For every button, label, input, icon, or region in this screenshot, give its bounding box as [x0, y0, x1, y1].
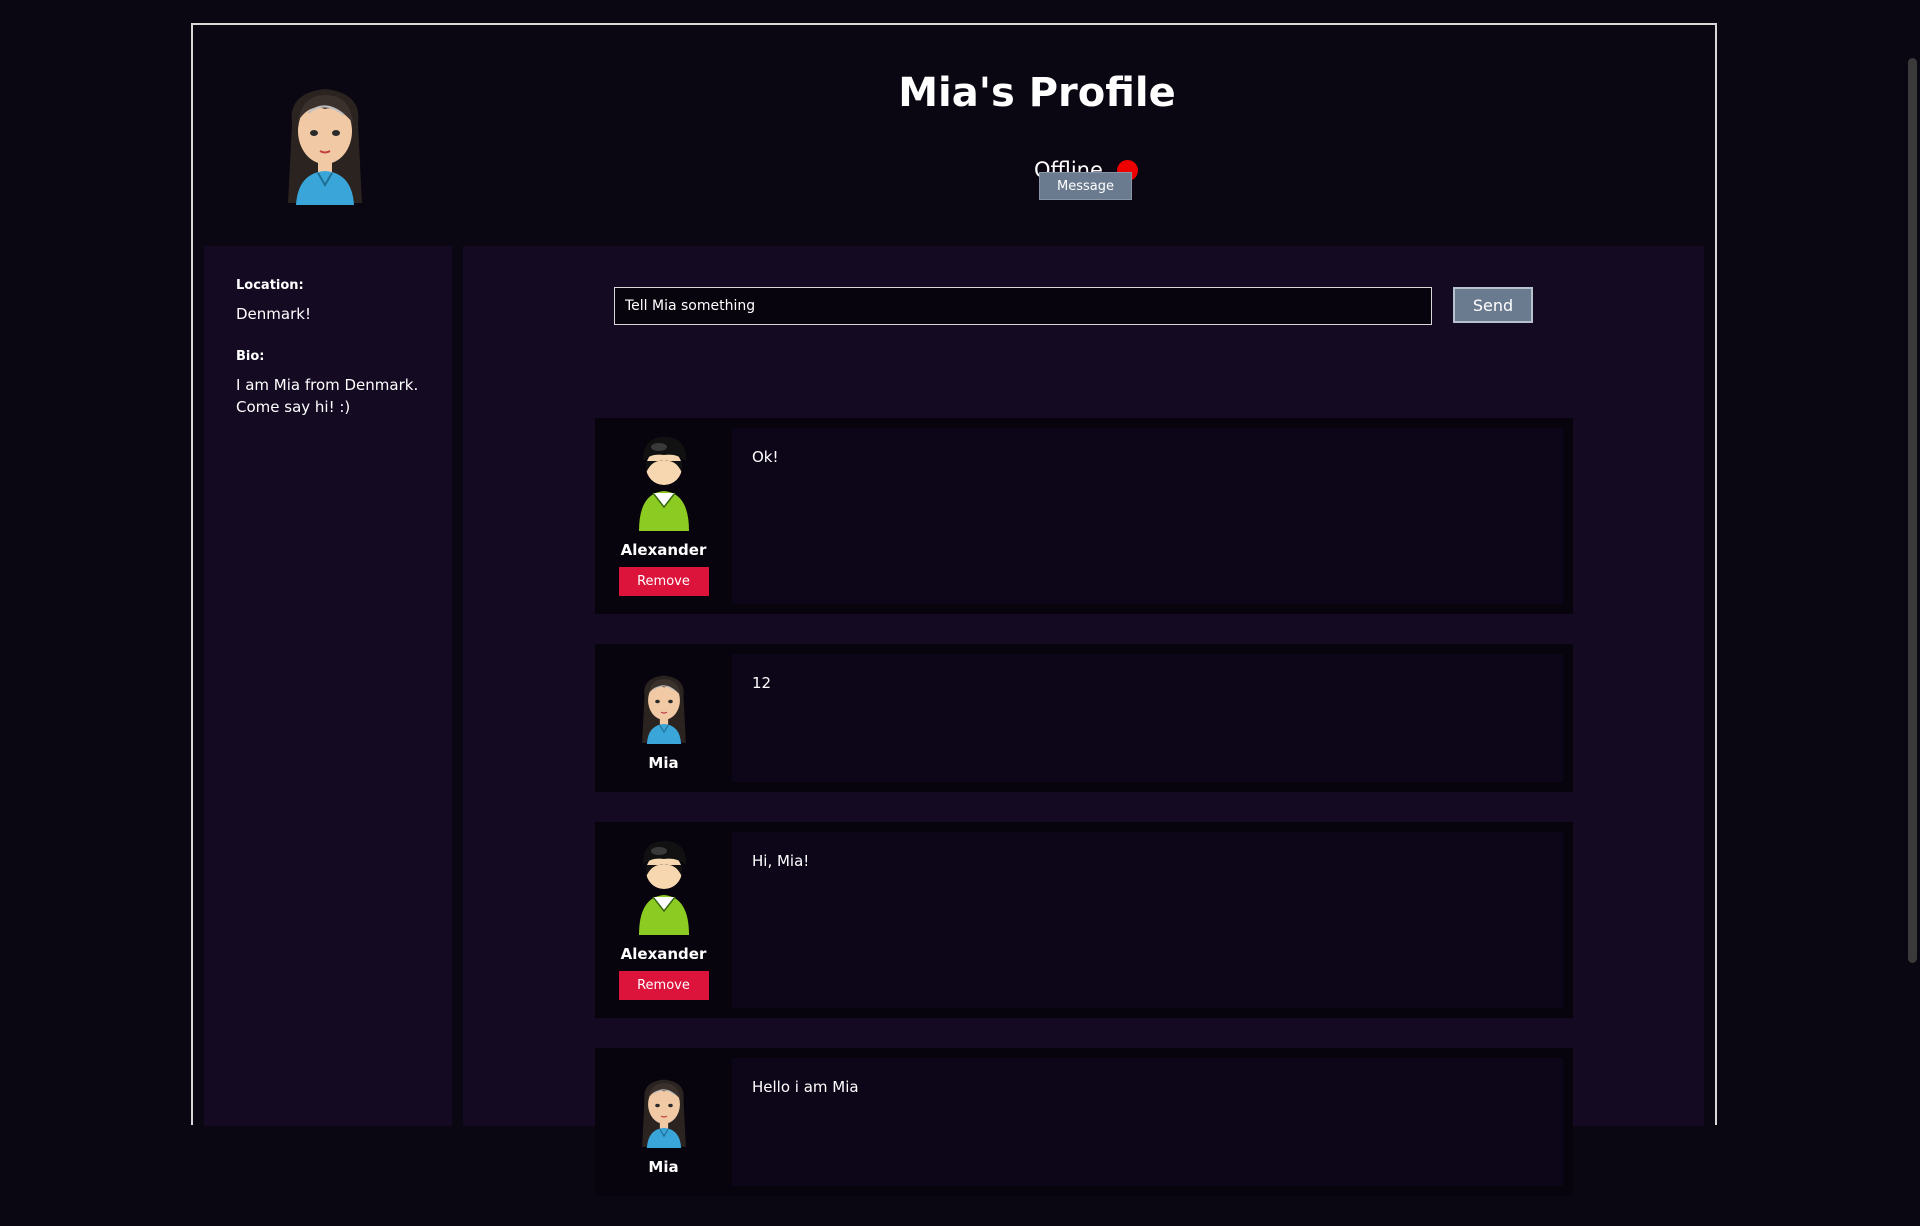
female-avatar-icon[interactable] [636, 672, 692, 744]
post-feed: Alexander Remove Ok! Mia 12 Alexander Re… [595, 418, 1573, 1226]
page-scrollbar[interactable] [1900, 0, 1920, 1080]
message-button[interactable]: Message [1039, 172, 1132, 200]
post-item: Alexander Remove Ok! [595, 418, 1573, 614]
remove-button[interactable]: Remove [618, 567, 709, 596]
post-text: Hello i am Mia [732, 1058, 1563, 1186]
profile-sidebar: Location: Denmark! Bio: I am Mia from De… [204, 246, 452, 1126]
male-avatar-icon[interactable] [629, 431, 699, 531]
remove-button[interactable]: Remove [618, 971, 709, 1000]
profile-container: Mia's Profile Offline Message Location: … [191, 23, 1717, 1196]
location-label: Location: [236, 278, 304, 293]
author-name[interactable]: Alexander [621, 541, 707, 559]
author-name[interactable]: Mia [648, 1158, 678, 1176]
post-author: Alexander Remove [605, 428, 722, 604]
post-input[interactable] [614, 287, 1432, 325]
author-name[interactable]: Mia [648, 754, 678, 772]
post-text: 12 [732, 654, 1563, 782]
post-author: Mia [605, 654, 722, 782]
post-text: Hi, Mia! [732, 832, 1563, 1008]
location-value: Denmark! [236, 305, 311, 323]
page-title: Mia's Profile [898, 70, 1176, 116]
post-item: Mia Hello i am Mia [595, 1048, 1573, 1196]
bio-value: I am Mia from Denmark. Come say hi! :) [236, 376, 419, 416]
post-item: Mia 12 [595, 644, 1573, 792]
scrollbar-thumb[interactable] [1908, 58, 1917, 963]
post-text: Ok! [732, 428, 1563, 604]
post-author: Alexander Remove [605, 832, 722, 1008]
bio-label: Bio: [236, 349, 265, 364]
post-item: Alexander Remove Hi, Mia! [595, 822, 1573, 1018]
male-avatar-icon[interactable] [629, 835, 699, 935]
author-name[interactable]: Alexander [621, 945, 707, 963]
wall-panel: Send Alexander Remove Ok! Mia 12 [463, 246, 1704, 1196]
send-button[interactable]: Send [1453, 287, 1533, 323]
female-avatar-icon[interactable] [636, 1076, 692, 1148]
post-author: Mia [605, 1058, 722, 1186]
